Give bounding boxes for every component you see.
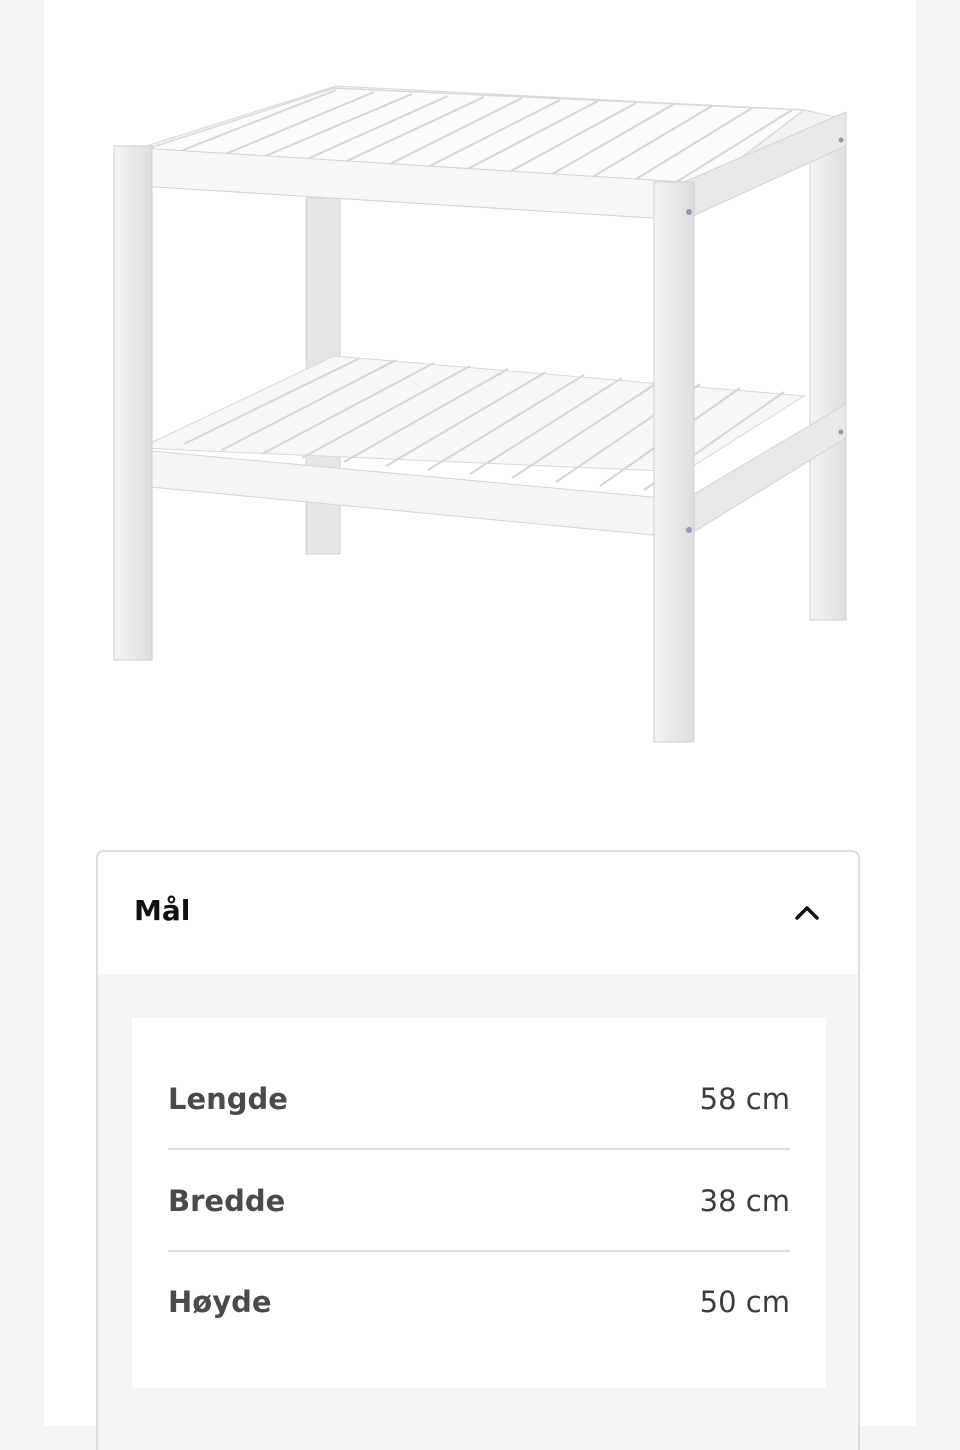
product-page: Mål Lengde 58 cm Bredde 38 cm Høyde 50 c…	[44, 0, 916, 1450]
product-image	[44, 0, 916, 800]
chevron-up-icon[interactable]	[790, 896, 824, 930]
dimension-label: Bredde	[168, 1184, 286, 1218]
dimension-label: Høyde	[168, 1285, 272, 1319]
dimension-value: 58 cm	[699, 1082, 790, 1116]
dimensions-table: Lengde 58 cm Bredde 38 cm Høyde 50 cm	[132, 1018, 826, 1388]
accordion-header[interactable]: Mål	[98, 852, 858, 974]
dimension-value: 38 cm	[699, 1184, 790, 1218]
dimension-label: Lengde	[168, 1082, 288, 1116]
dimension-row-length: Lengde 58 cm	[168, 1050, 790, 1150]
bench-illustration	[113, 85, 847, 743]
dimension-value: 50 cm	[699, 1285, 790, 1319]
dimensions-accordion: Mål Lengde 58 cm Bredde 38 cm Høyde 50 c…	[96, 850, 860, 1450]
dimension-row-height: Høyde 50 cm	[168, 1252, 790, 1352]
accordion-body: Lengde 58 cm Bredde 38 cm Høyde 50 cm	[98, 974, 858, 1450]
accordion-title: Mål	[134, 894, 191, 927]
dimension-row-width: Bredde 38 cm	[168, 1152, 790, 1252]
